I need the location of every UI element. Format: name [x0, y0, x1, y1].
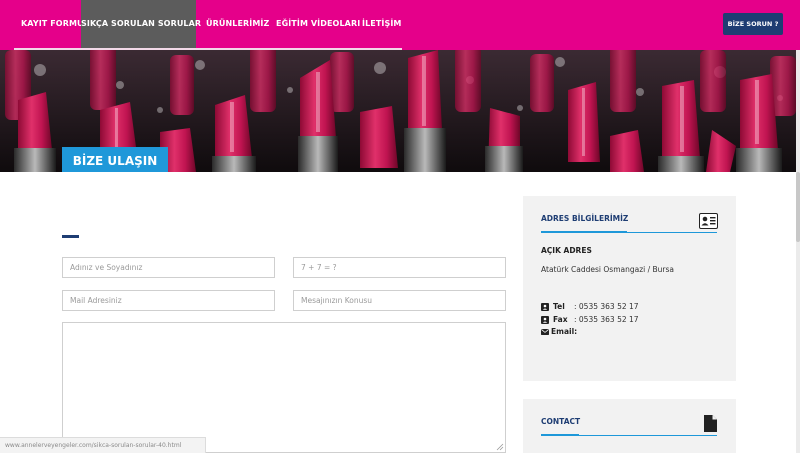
section-accent-bar	[62, 235, 79, 238]
page-scrollbar-thumb[interactable]	[796, 172, 800, 242]
nav-item-sss[interactable]: SIKÇA SORULAN SORULAR	[81, 0, 201, 50]
contact-panel: CONTACT	[523, 399, 736, 453]
message-textarea[interactable]	[62, 322, 506, 453]
document-icon	[704, 415, 717, 432]
address-text: Atatürk Caddesi Osmangazi / Bursa	[541, 265, 675, 274]
top-navigation: KAYIT FORMU SIKÇA SORULAN SORULAR ÜRÜNLE…	[0, 0, 800, 50]
status-bar-url: www.annelerveyengeler.com/sikca-sorulan-…	[0, 437, 206, 453]
envelope-icon	[541, 329, 549, 335]
phone-label: Tel	[553, 302, 565, 311]
hero-banner: BİZE ULAŞIN	[0, 50, 800, 172]
phone-value: : 0535 363 52 17	[574, 302, 639, 311]
fax-label: Fax	[553, 315, 568, 324]
name-input[interactable]: Adınız ve Soyadınız	[62, 257, 275, 278]
nav-item-urunlerimiz[interactable]: ÜRÜNLERİMİZ	[198, 0, 277, 50]
page-title: BİZE ULAŞIN	[62, 147, 168, 172]
fax-value: : 0535 363 52 17	[574, 315, 639, 324]
contact-panel-title: CONTACT	[541, 417, 581, 426]
contact-card-icon	[699, 213, 718, 229]
email-input[interactable]: Mail Adresiniz	[62, 290, 275, 311]
nav-item-kayit-formu[interactable]: KAYIT FORMU	[13, 0, 92, 50]
captcha-input[interactable]: 7 + 7 = ?	[293, 257, 506, 278]
ask-us-button[interactable]: BİZE SORUN ?	[723, 13, 783, 35]
phone-icon	[541, 303, 549, 311]
address-heading: AÇIK ADRES	[541, 246, 592, 255]
page-scrollbar[interactable]	[796, 50, 800, 453]
address-panel: ADRES BİLGİLERİMİZ AÇIK ADRES Atatürk Ca…	[523, 196, 736, 381]
nav-item-iletisim[interactable]: İLETİŞİM	[354, 0, 409, 50]
fax-icon	[541, 316, 549, 324]
subject-input[interactable]: Mesajınızın Konusu	[293, 290, 506, 311]
address-panel-title: ADRES BİLGİLERİMİZ	[541, 214, 629, 223]
resize-grip-icon[interactable]	[496, 443, 504, 451]
address-panel-rule-accent	[541, 231, 627, 233]
email-label: Email:	[551, 327, 578, 336]
contact-panel-rule-accent	[541, 434, 579, 436]
